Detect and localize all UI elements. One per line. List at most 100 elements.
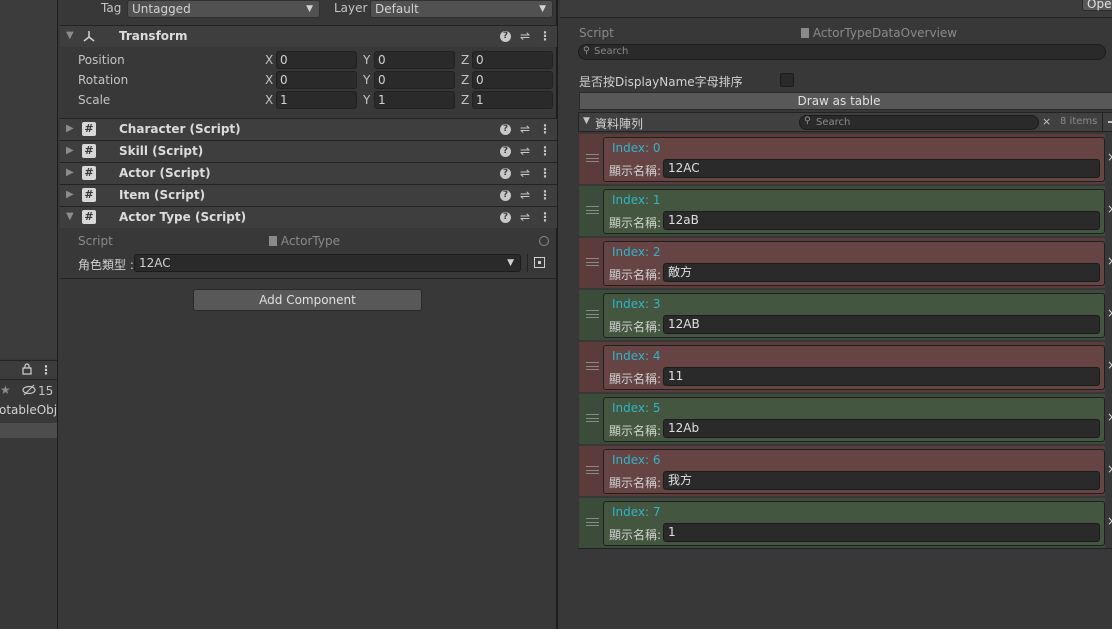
- divider-icon: [1102, 113, 1103, 131]
- overview-script-field[interactable]: ActorTypeDataOverview: [797, 25, 1109, 41]
- actor-type-script-field[interactable]: ActorType: [264, 232, 553, 250]
- draw-as-table-button[interactable]: Draw as table: [579, 92, 1112, 110]
- search-icon: ⚲: [804, 116, 811, 126]
- hidden-eye-icon[interactable]: [22, 384, 36, 399]
- remove-element-icon[interactable]: ×: [1107, 202, 1112, 216]
- presets-icon[interactable]: ⇌: [520, 144, 530, 158]
- left-strip-selected-row[interactable]: [0, 423, 57, 438]
- kebab-menu-icon[interactable]: ⋮: [539, 122, 551, 136]
- item-script-header[interactable]: ▶ # Item (Script) ? ⇌ ⋮: [60, 184, 557, 206]
- axis-x-label[interactable]: X: [265, 53, 273, 67]
- foldout-collapsed-icon[interactable]: ▶: [66, 123, 74, 134]
- help-icon[interactable]: ?: [499, 212, 511, 223]
- axis-z-label[interactable]: Z: [461, 93, 469, 107]
- remove-element-icon[interactable]: ×: [1107, 150, 1112, 164]
- actor-type-picker-button[interactable]: [527, 254, 551, 272]
- drag-handle-icon[interactable]: [586, 414, 599, 422]
- display-name-field[interactable]: 12AC: [663, 159, 1100, 178]
- help-icon[interactable]: ?: [499, 190, 511, 201]
- presets-icon[interactable]: ⇌: [520, 188, 530, 202]
- array-search-field[interactable]: ⚲ Search: [799, 115, 1039, 130]
- scale-x-field[interactable]: 1: [276, 91, 357, 109]
- foldout-expanded-icon[interactable]: ▼: [583, 116, 590, 126]
- remove-element-icon[interactable]: ×: [1107, 254, 1112, 268]
- foldout-collapsed-icon[interactable]: ▶: [66, 189, 74, 200]
- kebab-menu-icon[interactable]: ⋮: [539, 210, 551, 224]
- overview-search-field[interactable]: ⚲ Search: [578, 44, 1106, 60]
- help-icon[interactable]: ?: [499, 146, 511, 157]
- foldout-expanded-icon[interactable]: ▼: [66, 211, 74, 222]
- lock-icon[interactable]: [22, 363, 32, 375]
- axis-z-label[interactable]: Z: [461, 73, 469, 87]
- scale-z-field[interactable]: 1: [472, 91, 553, 109]
- kebab-menu-icon[interactable]: ⋮: [539, 166, 551, 180]
- sort-toggle-checkbox[interactable]: [780, 73, 794, 87]
- remove-element-icon[interactable]: ×: [1107, 358, 1112, 372]
- minus-icon[interactable]: [1108, 121, 1112, 123]
- presets-icon[interactable]: ⇌: [520, 29, 530, 43]
- display-name-field[interactable]: 1: [663, 523, 1100, 542]
- skill-script-header[interactable]: ▶ # Skill (Script) ? ⇌ ⋮: [60, 140, 557, 162]
- position-x-field[interactable]: 0: [276, 51, 357, 69]
- element-box: Index: 1 顯示名稱: 12aB: [603, 189, 1105, 234]
- layer-dropdown[interactable]: Default ▼: [370, 0, 553, 18]
- scale-y-field[interactable]: 1: [374, 91, 455, 109]
- display-name-field[interactable]: 我方: [663, 471, 1100, 490]
- actor-type-field-label: 角色類型 :: [78, 258, 134, 272]
- actor-type-dropdown[interactable]: 12AC ▼: [134, 254, 521, 272]
- foldout-collapsed-icon[interactable]: ▶: [66, 145, 74, 156]
- presets-icon[interactable]: ⇌: [520, 210, 530, 224]
- help-icon[interactable]: ?: [499, 31, 511, 42]
- open-button[interactable]: Open: [1082, 0, 1112, 11]
- drag-handle-icon[interactable]: [586, 466, 599, 474]
- tag-dropdown[interactable]: Untagged ▼: [127, 0, 320, 18]
- object-picker-icon[interactable]: [539, 236, 549, 246]
- drag-handle-icon[interactable]: [586, 154, 599, 162]
- display-name-field[interactable]: 12AB: [663, 315, 1100, 334]
- presets-icon[interactable]: ⇌: [520, 122, 530, 136]
- actor-script-header[interactable]: ▶ # Actor (Script) ? ⇌ ⋮: [60, 162, 557, 184]
- remove-element-icon[interactable]: ×: [1107, 306, 1112, 320]
- remove-element-icon[interactable]: ×: [1107, 514, 1112, 528]
- favorite-star-icon[interactable]: ★: [0, 383, 11, 397]
- kebab-menu-icon[interactable]: ⋮: [539, 188, 551, 202]
- left-strip-object-row[interactable]: otableObjec: [0, 402, 57, 420]
- position-y-field[interactable]: 0: [374, 51, 455, 69]
- drag-handle-icon[interactable]: [586, 362, 599, 370]
- remove-element-icon[interactable]: ×: [1107, 462, 1112, 476]
- actor-type-script-header[interactable]: ▼ # Actor Type (Script) ? ⇌ ⋮: [60, 206, 557, 228]
- remove-element-icon[interactable]: ×: [1107, 410, 1112, 424]
- character-script-header[interactable]: ▶ # Character (Script) ? ⇌ ⋮: [60, 118, 557, 140]
- rotation-z-field[interactable]: 0: [472, 71, 553, 89]
- script-icon: #: [82, 188, 96, 202]
- position-z-field[interactable]: 0: [472, 51, 553, 69]
- array-header[interactable]: ▼ 資料陣列 ⚲ Search × 8 items: [578, 112, 1112, 132]
- axis-y-label[interactable]: Y: [363, 73, 370, 87]
- axis-x-label[interactable]: X: [265, 73, 273, 87]
- axis-y-label[interactable]: Y: [363, 93, 370, 107]
- axis-x-label[interactable]: X: [265, 93, 273, 107]
- display-name-field[interactable]: 12aB: [663, 211, 1100, 230]
- kebab-menu-icon[interactable]: ⋮: [539, 144, 551, 158]
- axis-z-label[interactable]: Z: [461, 53, 469, 67]
- help-icon[interactable]: ?: [499, 124, 511, 135]
- drag-handle-icon[interactable]: [586, 258, 599, 266]
- rotation-x-field[interactable]: 0: [276, 71, 357, 89]
- foldout-expanded-icon[interactable]: ▼: [66, 30, 74, 41]
- clear-search-icon[interactable]: ×: [1042, 115, 1051, 128]
- kebab-menu-icon[interactable]: ⋮: [539, 29, 551, 43]
- drag-handle-icon[interactable]: [586, 518, 599, 526]
- transform-header[interactable]: ▼ Transform ? ⇌ ⋮: [60, 25, 557, 47]
- rotation-y-field[interactable]: 0: [374, 71, 455, 89]
- kebab-menu-icon[interactable]: ⋮: [40, 363, 52, 377]
- add-component-button[interactable]: Add Component: [193, 289, 422, 311]
- display-name-field[interactable]: 11: [663, 367, 1100, 386]
- help-icon[interactable]: ?: [499, 168, 511, 179]
- axis-y-label[interactable]: Y: [363, 53, 370, 67]
- presets-icon[interactable]: ⇌: [520, 166, 530, 180]
- drag-handle-icon[interactable]: [586, 310, 599, 318]
- foldout-collapsed-icon[interactable]: ▶: [66, 167, 74, 178]
- drag-handle-icon[interactable]: [586, 206, 599, 214]
- display-name-field[interactable]: 敵方: [663, 263, 1100, 282]
- display-name-field[interactable]: 12Ab: [663, 419, 1100, 438]
